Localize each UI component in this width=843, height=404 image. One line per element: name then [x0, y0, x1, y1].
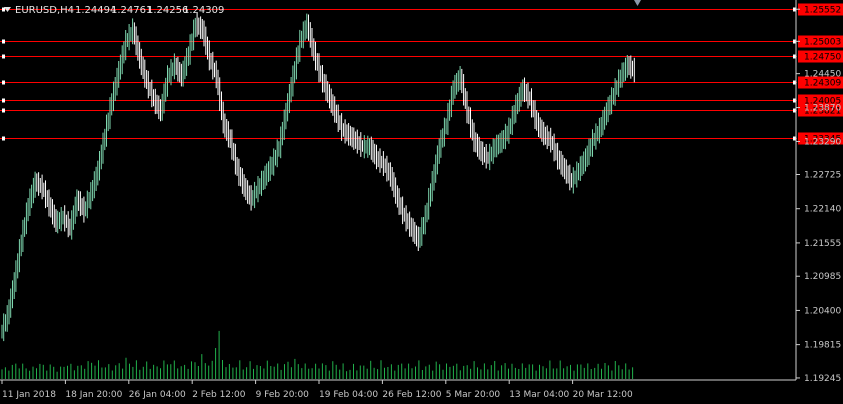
hline-left-handle[interactable] [2, 98, 5, 103]
time-tick-label: 13 Mar 04:00 [509, 390, 569, 400]
hline-left-handle[interactable] [2, 54, 5, 59]
price-chart[interactable]: 1.255521.250031.247501.243091.240051.238… [0, 0, 843, 404]
price-tick-label: 1.19245 [804, 374, 841, 384]
time-tick-label: 18 Jan 20:00 [65, 390, 122, 400]
price-tick-label: 1.23870 [804, 104, 841, 114]
header-close: 1.24309 [183, 5, 224, 16]
hline-left-handle[interactable] [2, 7, 5, 12]
chart-background [0, 0, 843, 404]
price-tick-label: 1.20400 [804, 306, 841, 316]
time-tick-label: 9 Feb 20:00 [256, 390, 310, 400]
hline-left-handle[interactable] [2, 108, 5, 113]
price-tick-label: 1.20985 [804, 272, 841, 282]
hline-price-label: 1.24750 [804, 53, 841, 63]
time-tick-label: 26 Jan 04:00 [129, 390, 186, 400]
hline-left-handle[interactable] [2, 136, 5, 141]
time-tick-label: 2 Feb 12:00 [192, 390, 246, 400]
time-tick-label: 20 Mar 12:00 [573, 390, 633, 400]
price-tick-label: 1.21555 [804, 239, 841, 249]
hline-price-label: 1.25003 [804, 38, 841, 48]
price-tick-label: 1.22725 [804, 171, 841, 181]
hline-left-handle[interactable] [2, 80, 5, 85]
price-tick-label: 1.24450 [804, 70, 841, 80]
hline-price-label: 1.24309 [804, 79, 841, 89]
price-tick-label: 1.22140 [804, 205, 841, 215]
time-tick-label: 19 Feb 04:00 [319, 390, 378, 400]
hline-left-handle[interactable] [2, 39, 5, 44]
time-tick-label: 26 Feb 12:00 [382, 390, 441, 400]
price-tick-label: 1.23290 [804, 137, 841, 147]
hline-price-label: 1.25552 [804, 6, 841, 16]
header-symbol: EURUSD,H4 [15, 5, 74, 16]
price-tick-label: 1.19815 [804, 341, 841, 351]
time-tick-label: 5 Mar 20:00 [446, 390, 501, 400]
time-tick-label: 11 Jan 2018 [2, 390, 56, 400]
header: EURUSD,H4 1.24494 1.24761 1.24256 1.2430… [4, 5, 224, 16]
